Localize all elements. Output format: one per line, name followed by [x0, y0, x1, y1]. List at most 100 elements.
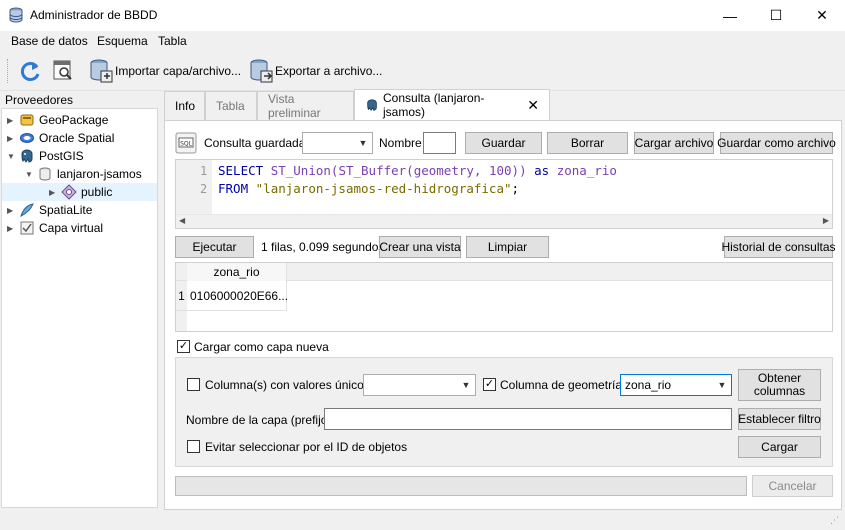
export-file-button[interactable]: Exportar a archivo... [275, 64, 382, 78]
checkmark-icon: ✓ [178, 340, 189, 352]
postgis-query-icon [365, 98, 379, 112]
column-header-zona-rio[interactable]: zona_rio [187, 263, 287, 281]
delete-query-button[interactable]: Borrar [547, 132, 628, 154]
cancel-button[interactable]: Cancelar [752, 475, 833, 497]
query-history-button[interactable]: Historial de consultas [721, 236, 836, 258]
close-icon: ✕ [816, 7, 828, 23]
save-query-button[interactable]: Guardar [465, 132, 542, 154]
schema-icon [61, 184, 77, 200]
query-name-input[interactable] [423, 132, 456, 154]
avoid-select-checkbox[interactable] [187, 440, 200, 453]
geometry-column-label: Columna de geometría [500, 378, 623, 392]
svg-text:SQL: SQL [180, 141, 193, 148]
collapse-arrow-icon[interactable]: ▼ [25, 170, 35, 179]
create-view-button[interactable]: Crear una vista [379, 236, 461, 258]
expand-arrow-icon[interactable]: ▶ [7, 134, 17, 143]
expand-arrow-icon[interactable]: ▶ [7, 224, 17, 233]
tree-item-lanjaron-jsamos[interactable]: ▼ lanjaron-jsamos [25, 165, 142, 183]
checkmark-icon: ✓ [484, 378, 495, 390]
unique-columns-checkbox[interactable] [187, 378, 200, 391]
tab-tabla-label: Tabla [216, 99, 245, 113]
sql-function: ST_Union [270, 163, 331, 178]
execute-button[interactable]: Ejecutar [175, 236, 254, 258]
saved-query-label: Consulta guardada [204, 136, 306, 150]
geopackage-icon [19, 112, 35, 128]
tree-label-geopackage: GeoPackage [39, 113, 109, 127]
spatialite-icon [19, 202, 35, 218]
geometry-column-value: zona_rio [625, 378, 672, 392]
import-layer-button[interactable]: Importar capa/archivo... [115, 64, 241, 78]
load-button[interactable]: Cargar [738, 436, 821, 458]
menu-base-de-datos[interactable]: Base de datos [11, 34, 88, 48]
load-as-layer-checkbox[interactable]: ✓ [177, 340, 190, 353]
sql-keyword: as [534, 163, 550, 178]
import-layer-icon[interactable] [89, 58, 115, 87]
set-filter-button[interactable]: Establecer filtro [738, 408, 821, 430]
geometry-column-select[interactable]: zona_rio ▼ [620, 374, 732, 396]
chevron-down-icon: ▼ [717, 380, 727, 390]
virtual-layer-icon [19, 220, 35, 236]
cell-value: 0106000020E66... [190, 288, 289, 303]
save-as-file-button[interactable]: Guardar como archivo [717, 132, 836, 154]
close-tab-icon[interactable]: ✕ [527, 97, 539, 114]
window-title: Administrador de BBDD [30, 8, 158, 22]
sql-args: (geometry, [406, 163, 489, 178]
collapse-arrow-icon[interactable]: ▼ [7, 152, 17, 161]
sql-line-2: FROM "lanjaron-jsamos-red-hidrografica"; [218, 181, 519, 196]
name-label: Nombre [379, 136, 422, 150]
scroll-left-icon[interactable]: ◀ [179, 216, 185, 225]
sql-number: 100 [488, 163, 512, 178]
expand-arrow-icon[interactable]: ▶ [49, 188, 59, 197]
expand-arrow-icon[interactable]: ▶ [7, 116, 17, 125]
layer-name-input[interactable] [324, 408, 732, 430]
tab-info[interactable]: Info [164, 91, 205, 120]
expand-arrow-icon[interactable]: ▶ [7, 206, 17, 215]
sql-keyword: FROM [218, 181, 249, 196]
menu-bar: Base de datos Esquema Tabla [0, 31, 845, 51]
results-table[interactable]: zona_rio 1 0106000020E66... [175, 262, 833, 332]
export-file-icon[interactable] [249, 58, 275, 87]
tab-tabla[interactable]: Tabla [205, 91, 257, 120]
tab-preview[interactable]: Vista preliminar [257, 91, 354, 120]
resize-grip-icon[interactable]: ⋰ [830, 515, 839, 526]
tab-info-label: Info [175, 99, 196, 113]
maximize-button[interactable]: ☐ [753, 0, 799, 31]
geometry-column-checkbox[interactable]: ✓ [483, 378, 496, 391]
tree-item-oracle[interactable]: ▶ Oracle Spatial [7, 129, 114, 147]
close-button[interactable]: ✕ [799, 0, 845, 31]
tab-query[interactable]: Consulta (lanjaron-jsamos) ✕ [354, 89, 550, 120]
providers-title: Proveedores [5, 93, 74, 107]
tree-label-virtual-layer: Capa virtual [39, 221, 104, 235]
clear-button[interactable]: Limpiar [466, 236, 549, 258]
tree-item-spatialite[interactable]: ▶ SpatiaLite [7, 201, 92, 219]
unique-columns-select[interactable]: ▼ [363, 374, 476, 396]
saved-query-select[interactable]: ▼ [302, 132, 373, 154]
minimize-button[interactable]: — [707, 0, 753, 31]
menu-esquema[interactable]: Esquema [97, 34, 148, 48]
get-columns-button[interactable]: Obtener columnas [738, 369, 821, 401]
sql-editor[interactable]: 1 2 SELECT ST_Union(ST_Buffer(geometry, … [175, 159, 833, 229]
providers-tree[interactable]: ▶ GeoPackage ▶ Oracle Spatial ▼ PostGIS … [1, 108, 158, 508]
tree-item-postgis[interactable]: ▼ PostGIS [7, 147, 84, 165]
row-number: 1 [178, 288, 185, 303]
database-icon [37, 166, 53, 182]
sql-file-icon: SQL [175, 132, 197, 157]
minimize-icon: — [723, 7, 737, 24]
tree-item-virtual-layer[interactable]: ▶ Capa virtual [7, 219, 103, 237]
editor-horizontal-scrollbar[interactable]: ◀ ▶ [176, 214, 832, 228]
row-header-1[interactable]: 1 [176, 281, 187, 311]
scroll-right-icon[interactable]: ▶ [823, 216, 829, 225]
tree-item-public[interactable]: ▶ public [2, 183, 157, 201]
query-status-text: 1 filas, 0.099 segundos [261, 240, 385, 254]
refresh-icon[interactable] [18, 59, 42, 86]
chevron-down-icon: ▼ [358, 138, 368, 148]
progress-bar [175, 476, 747, 496]
tree-label-oracle: Oracle Spatial [39, 131, 115, 145]
load-file-button[interactable]: Cargar archivo [634, 132, 714, 154]
chevron-down-icon: ▼ [461, 380, 471, 390]
sql-line-1: SELECT ST_Union(ST_Buffer(geometry, 100)… [218, 163, 617, 178]
menu-tabla[interactable]: Tabla [158, 34, 187, 48]
table-cell[interactable]: 0106000020E66... [187, 281, 289, 311]
tree-item-geopackage[interactable]: ▶ GeoPackage [7, 111, 108, 129]
sql-window-icon[interactable] [52, 59, 74, 84]
